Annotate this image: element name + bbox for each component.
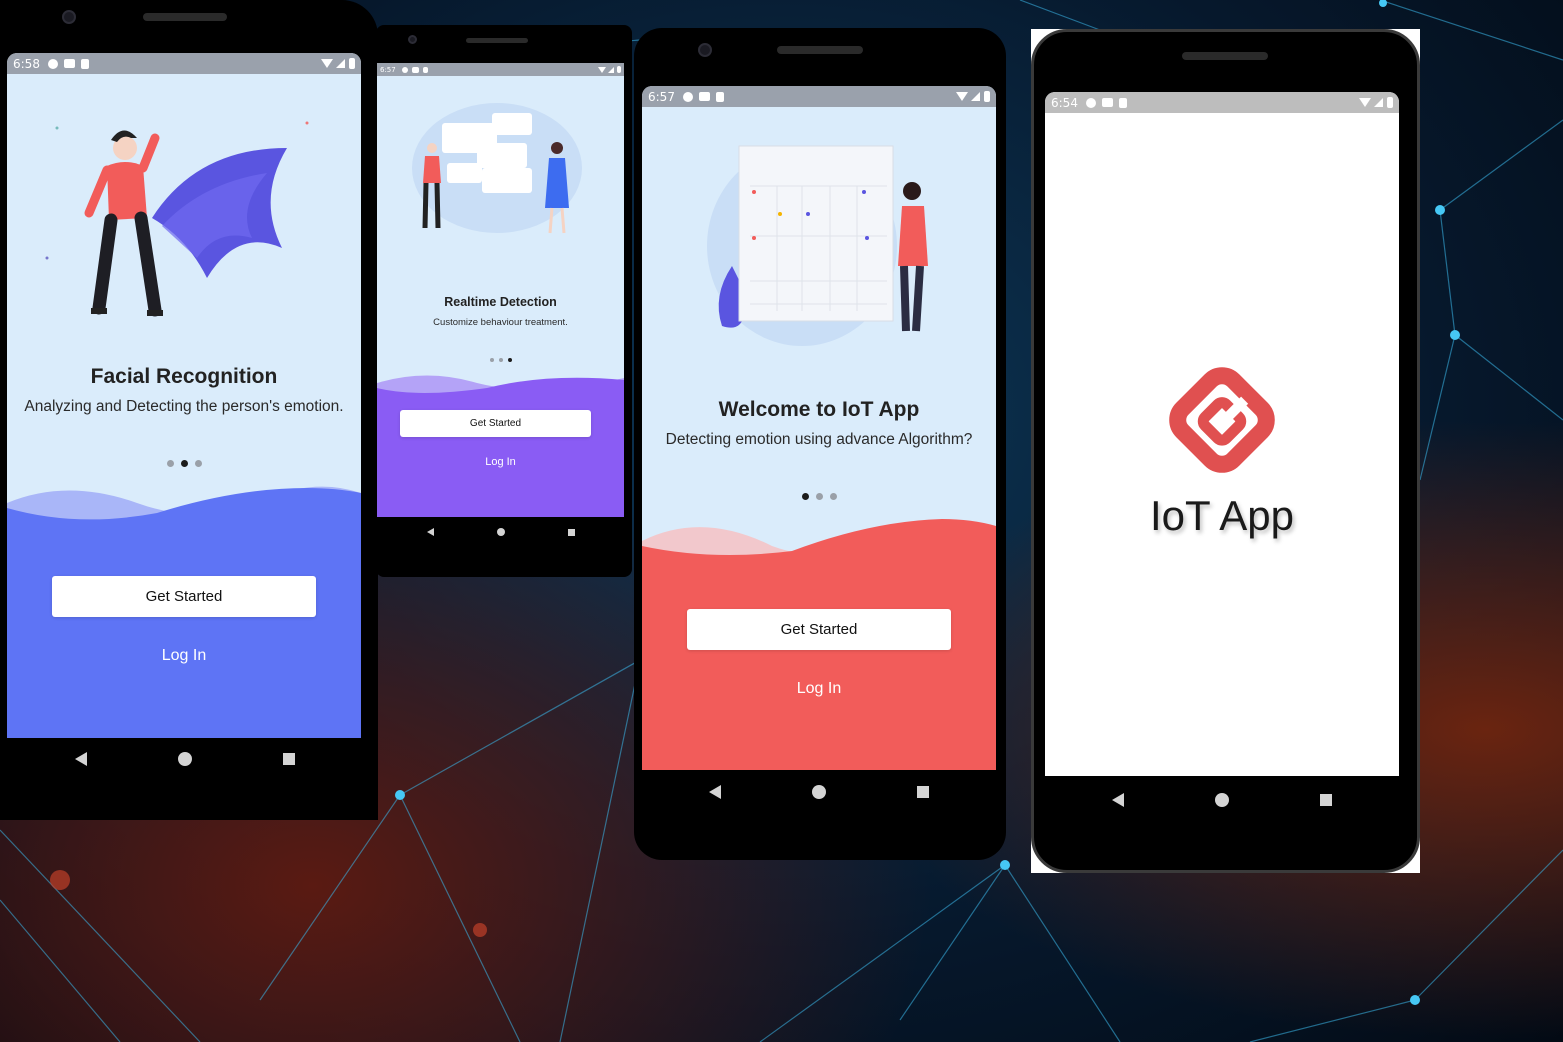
phone-splash: 6:54 IoT App: [1031, 29, 1420, 873]
gallery-icon: [411, 66, 419, 73]
page-dot-active[interactable]: [507, 358, 512, 362]
front-camera: [698, 43, 712, 57]
log-in-link[interactable]: Log In: [7, 647, 361, 665]
page-dot[interactable]: [489, 358, 494, 362]
earpiece-speaker: [1182, 52, 1268, 60]
page-indicator[interactable]: [7, 460, 361, 467]
settings-icon: [682, 91, 693, 102]
settings-icon: [47, 58, 58, 69]
page-indicator[interactable]: [642, 493, 996, 500]
status-time: 6:58: [13, 56, 40, 71]
status-bar: 6:57: [377, 63, 624, 76]
back-icon[interactable]: [427, 528, 435, 536]
phone-screen: 6:58 Facial Recognition Analyzing and De…: [7, 53, 361, 738]
battery-icon: [984, 91, 990, 102]
onboarding-title: Facial Recognition: [90, 365, 278, 388]
get-started-button[interactable]: Get Started: [52, 576, 316, 617]
page-dot[interactable]: [194, 460, 202, 467]
sd-card-icon: [1118, 97, 1127, 108]
log-in-link[interactable]: Log In: [642, 680, 996, 698]
status-time: 6:57: [648, 89, 675, 104]
recents-icon[interactable]: [567, 528, 575, 536]
iot-logo-icon: [1169, 367, 1275, 473]
home-icon[interactable]: [1214, 793, 1229, 807]
page-dot[interactable]: [815, 493, 823, 500]
navigation-bar: [1067, 789, 1377, 811]
onboarding-subtitle: Detecting emotion using advance Algorith…: [665, 431, 973, 448]
home-icon[interactable]: [177, 752, 192, 766]
phone-screen: 6:57 Welcome to IoT App Detecting emotio…: [642, 86, 996, 770]
calendar-woman-illustration: [707, 145, 928, 346]
earpiece-speaker: [143, 13, 227, 21]
page-dot[interactable]: [166, 460, 174, 467]
onboarding-subtitle: Customize behaviour treatment.: [433, 317, 568, 328]
earpiece-speaker: [777, 46, 863, 54]
sd-card-icon: [422, 66, 428, 73]
status-bar: 6:57: [642, 86, 996, 107]
page-dot[interactable]: [829, 493, 837, 500]
onboarding-subtitle: Analyzing and Detecting the person's emo…: [24, 398, 344, 415]
gallery-icon: [63, 59, 75, 68]
home-icon[interactable]: [496, 528, 505, 536]
navigation-bar: [30, 748, 340, 770]
recents-icon[interactable]: [916, 786, 929, 798]
wave-background: [377, 375, 624, 517]
gallery-icon: [1101, 98, 1113, 107]
back-icon[interactable]: [75, 752, 88, 766]
page-dot-active[interactable]: [180, 460, 188, 467]
settings-icon: [1085, 97, 1096, 108]
status-time: 6:54: [1051, 95, 1078, 110]
superhero-illustration: [45, 121, 309, 317]
front-camera: [408, 35, 417, 44]
page-dot[interactable]: [498, 358, 503, 362]
recents-icon[interactable]: [282, 753, 295, 765]
front-camera: [62, 10, 76, 24]
status-bar: 6:54: [1045, 92, 1399, 113]
gallery-icon: [698, 92, 710, 101]
back-icon[interactable]: [709, 785, 722, 799]
page-dot-active[interactable]: [801, 493, 809, 500]
navigation-bar: [396, 525, 606, 539]
recents-icon[interactable]: [1319, 794, 1332, 806]
people-cards-illustration: [412, 103, 582, 234]
wifi-icon: [1359, 98, 1371, 107]
signal-icon: [1374, 98, 1383, 107]
signal-icon: [608, 66, 614, 73]
wifi-icon: [956, 92, 968, 101]
get-started-button[interactable]: Get Started: [400, 410, 591, 437]
onboarding-title: Realtime Detection: [444, 295, 557, 309]
wifi-icon: [321, 59, 333, 68]
sd-card-icon: [80, 58, 89, 69]
app-name: IoT App: [1149, 492, 1294, 539]
phone-welcome: 6:57 Welcome to IoT App Detecting emotio…: [634, 28, 1006, 860]
phone-facial-recognition: 6:58 Facial Recognition Analyzing and De…: [0, 0, 378, 820]
back-icon[interactable]: [1112, 793, 1125, 807]
battery-icon: [349, 58, 355, 69]
sd-card-icon: [715, 91, 724, 102]
phone-screen: 6:57 Realtime Detection Customize behavi…: [377, 63, 624, 517]
settings-icon: [401, 66, 408, 73]
signal-icon: [336, 59, 345, 68]
get-started-button[interactable]: Get Started: [687, 609, 951, 650]
onboarding-title: Welcome to IoT App: [718, 398, 920, 421]
log-in-link[interactable]: Log In: [377, 456, 624, 468]
navigation-bar: [664, 781, 974, 803]
status-bar: 6:58: [7, 53, 361, 74]
phone-screen: 6:54 IoT App: [1045, 92, 1399, 776]
phone-realtime-detection: 6:57 Realtime Detection Customize behavi…: [376, 25, 632, 577]
home-icon[interactable]: [811, 785, 826, 799]
page-indicator[interactable]: [377, 358, 624, 362]
earpiece-speaker: [466, 38, 528, 43]
battery-icon: [1387, 97, 1393, 108]
battery-icon: [617, 66, 621, 73]
wifi-icon: [598, 66, 606, 73]
signal-icon: [971, 92, 980, 101]
status-time: 6:57: [380, 65, 396, 74]
